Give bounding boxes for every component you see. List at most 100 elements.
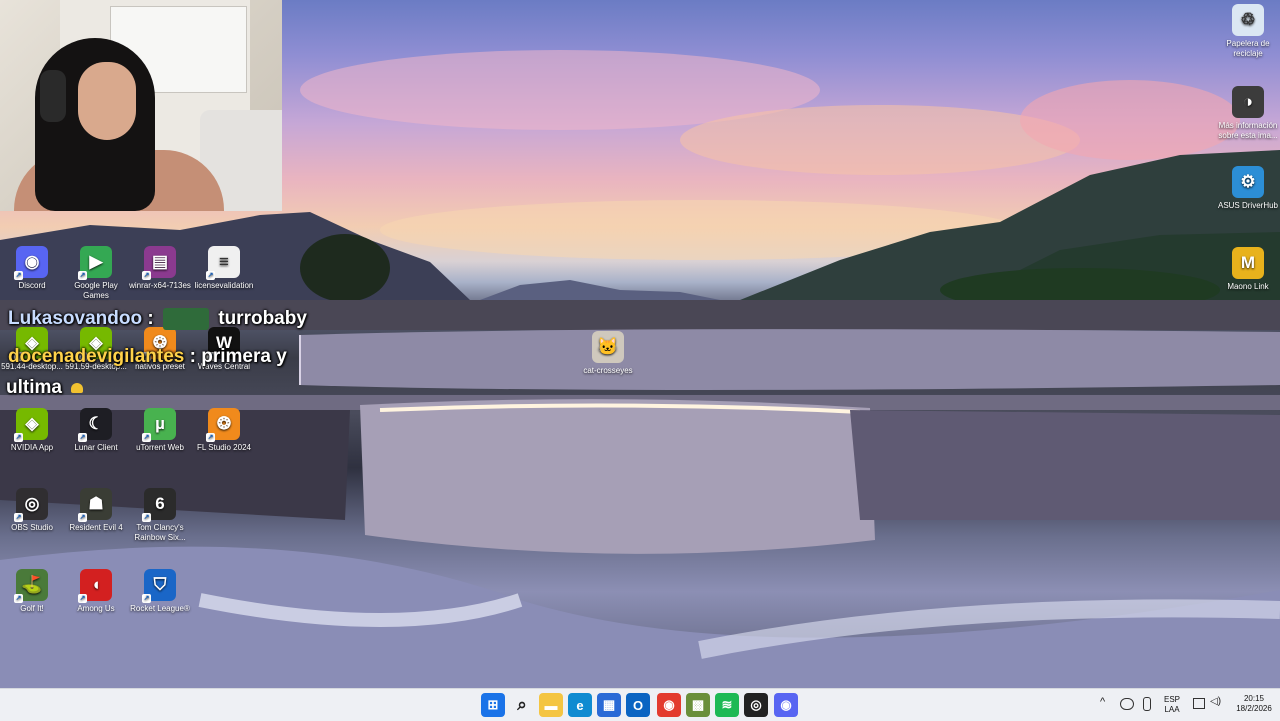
folder-icon: ▬ xyxy=(544,697,558,713)
shortcut-arrow-icon: ↗ xyxy=(206,271,215,280)
desktop-icon-label: uTorrent Web xyxy=(136,443,184,452)
icon-glyph: ◖ xyxy=(90,575,102,594)
among-us-icon: ◖ ↗ xyxy=(78,569,112,603)
desktop-icon-label: FL Studio 2024 xyxy=(197,443,251,452)
desktop-icon[interactable]: M Maono Link xyxy=(1216,247,1280,292)
google-play-games-icon: ▶ ↗ xyxy=(78,246,112,280)
chat-text-3: ultima xyxy=(6,377,62,398)
desktop-icon[interactable]: ❂ ↗ FL Studio 2024 xyxy=(192,408,256,453)
webcam-person-face xyxy=(78,62,136,140)
desktop-icon-label: Among Us xyxy=(77,604,115,613)
desktop-icon[interactable]: ⚙ ASUS DriverHub xyxy=(1216,166,1280,211)
desktop-icon-label: Lunar Client xyxy=(74,443,118,452)
file-explorer-button[interactable]: ▬ xyxy=(539,693,563,717)
maono-link-icon: M xyxy=(1232,247,1264,279)
chat-message-3: ultima xyxy=(6,377,84,399)
lunar-client-icon: ☾ ↗ xyxy=(78,408,112,442)
desktop-icon[interactable]: ☾ ↗ Lunar Client xyxy=(64,408,128,453)
shortcut-arrow-icon: ↗ xyxy=(142,594,151,603)
icon-glyph: ♲ xyxy=(1240,10,1256,29)
search-button[interactable]: ⌕ xyxy=(510,693,534,717)
minecraft-button[interactable]: ▩ xyxy=(686,693,710,717)
icon-glyph: ▤ xyxy=(151,252,169,271)
chat-message-2: docenadevigilantes : primera y xyxy=(8,346,287,368)
shortcut-arrow-icon: ↗ xyxy=(78,513,87,522)
desktop-icon[interactable]: ▶ ↗ Google Play Games xyxy=(64,246,128,301)
chrome-button[interactable]: ◉ xyxy=(657,693,681,717)
desktop-icon-label: Rocket League® xyxy=(130,604,190,613)
desktop-icon[interactable]: 6 ↗ Tom Clancy's Rainbow Six... xyxy=(128,488,192,543)
desktop-icon[interactable]: ◖ ↗ Among Us xyxy=(64,569,128,614)
start-button[interactable]: ⊞ xyxy=(481,693,505,717)
desktop-icon-label: Discord xyxy=(18,281,46,290)
clock-date: 18/2/2026 xyxy=(1236,704,1272,713)
language-code: ESP xyxy=(1163,695,1180,704)
info-camera-icon: ◑ xyxy=(1232,86,1264,118)
volume-icon[interactable]: ◁) xyxy=(1210,696,1221,707)
clock[interactable]: 20:15 18/2/2026 xyxy=(1232,694,1276,714)
discord-icon: ◉ ↗ xyxy=(14,246,48,280)
desktop-icon[interactable]: 🐱 cat-crosseyes xyxy=(576,331,640,376)
tray-overflow-chevron-icon[interactable]: ^ xyxy=(1100,696,1105,708)
microphone-icon[interactable] xyxy=(1143,697,1151,711)
desktop-icon[interactable]: ◉ ↗ Discord xyxy=(0,246,64,291)
desktop-icon-label: cat-crosseyes xyxy=(583,366,633,375)
icon-glyph: ❂ xyxy=(216,414,232,433)
spotify-button[interactable]: ≋ xyxy=(715,693,739,717)
desktop-icon[interactable]: ◎ ↗ OBS Studio xyxy=(0,488,64,533)
edge-icon: e xyxy=(576,697,584,713)
edge-button[interactable]: e xyxy=(568,693,592,717)
network-icon[interactable] xyxy=(1193,698,1205,709)
icon-glyph: ▶ xyxy=(89,252,103,271)
desktop-icon[interactable]: ⛳ ↗ Golf It! xyxy=(0,569,64,614)
spotify-icon: ≋ xyxy=(721,697,733,712)
chat-username-2: docenadevigilantes xyxy=(8,346,185,367)
desktop-icon[interactable]: ≡ ↗ licensevalidation xyxy=(192,246,256,291)
obs-icon: ◎ xyxy=(750,697,762,712)
rocket-league-icon: ⛉ ↗ xyxy=(142,569,176,603)
shortcut-arrow-icon: ↗ xyxy=(14,433,23,442)
discord-taskbar-button[interactable]: ◉ xyxy=(774,693,798,717)
icon-glyph: 6 xyxy=(155,494,165,513)
desktop-icon-label: Papelera de reciclaje xyxy=(1226,39,1270,58)
shortcut-arrow-icon: ↗ xyxy=(14,513,23,522)
fl-studio-icon: ❂ ↗ xyxy=(206,408,240,442)
desktop-icon-label: Tom Clancy's Rainbow Six... xyxy=(134,523,186,542)
rainbow-six-icon: 6 ↗ xyxy=(142,488,176,522)
store-icon: ▦ xyxy=(602,697,616,712)
recycle-bin-icon: ♲ xyxy=(1232,4,1264,36)
shortcut-arrow-icon: ↗ xyxy=(142,513,151,522)
windows-icon: ⊞ xyxy=(487,697,499,712)
language-indicator[interactable]: ESP LAA xyxy=(1160,695,1184,715)
icon-glyph: ◑ xyxy=(1242,92,1254,111)
desktop-icon[interactable]: ◈ ↗ NVIDIA App xyxy=(0,408,64,453)
outlook-button[interactable]: O xyxy=(626,693,650,717)
desktop-icon-label: Resident Evil 4 xyxy=(69,523,123,532)
shortcut-arrow-icon: ↗ xyxy=(78,433,87,442)
desktop-icon-label: Google Play Games xyxy=(74,281,118,300)
obs-icon: ◎ ↗ xyxy=(14,488,48,522)
obs-taskbar-button[interactable]: ◎ xyxy=(744,693,768,717)
cat-image-icon: 🐱 xyxy=(592,331,624,363)
desktop-icon[interactable]: ☗ ↗ Resident Evil 4 xyxy=(64,488,128,533)
desktop-icon[interactable]: ◑ Más información sobre esta ima... xyxy=(1216,86,1280,141)
taskbar: ⊞ ⌕ ▬ e ▦ O ◉ ▩ ≋ ◎ ◉ ^ ESP LAA ◁) 20:15 18/2/2026 xyxy=(0,688,1280,721)
utorrent-icon: µ ↗ xyxy=(142,408,176,442)
chat-username-1: Lukasovandoo xyxy=(8,308,143,330)
desktop-icon[interactable]: µ ↗ uTorrent Web xyxy=(128,408,192,453)
desktop-icon[interactable]: ♲ Papelera de reciclaje xyxy=(1216,4,1280,59)
desktop-icon[interactable]: ⛉ ↗ Rocket League® xyxy=(128,569,192,614)
desktop-icon[interactable]: ▤ ↗ winrar-x64-713es xyxy=(128,246,192,291)
icon-glyph: ⚙ xyxy=(1240,172,1256,191)
onedrive-cloud-icon[interactable] xyxy=(1120,698,1134,710)
icon-glyph: µ xyxy=(155,414,165,433)
desktop-icon-label: Maono Link xyxy=(1227,282,1269,291)
icon-glyph: ⛉ xyxy=(153,575,167,594)
shortcut-arrow-icon: ↗ xyxy=(78,594,87,603)
icon-glyph: ◈ xyxy=(25,414,39,433)
store-button[interactable]: ▦ xyxy=(597,693,621,717)
shortcut-arrow-icon: ↗ xyxy=(14,271,23,280)
chat-text-2: : primera y xyxy=(189,346,287,367)
nvidia-icon: ◈ ↗ xyxy=(14,408,48,442)
headset-icon xyxy=(40,70,66,122)
